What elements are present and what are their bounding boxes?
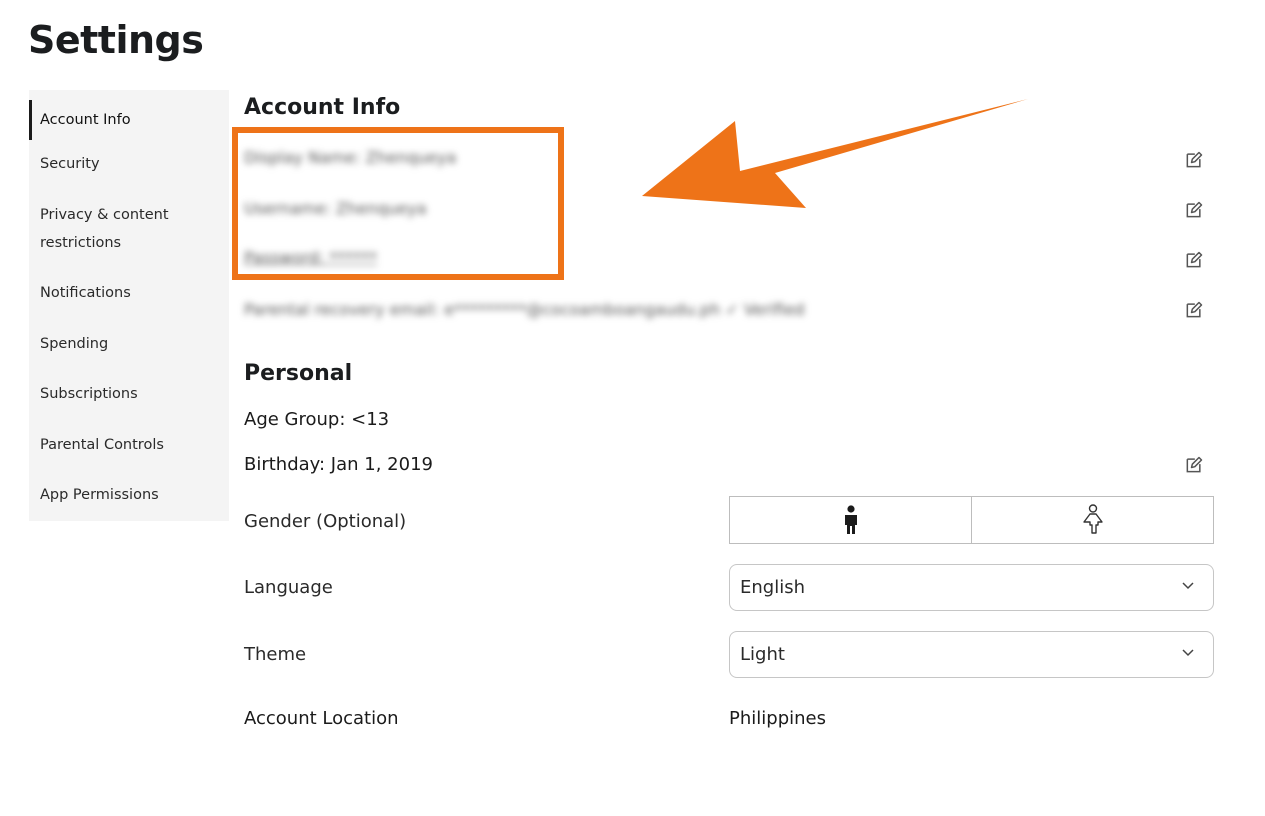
password-value: Password: ******: [244, 248, 378, 267]
female-person-icon: [1082, 504, 1103, 534]
edit-pencil-icon: [1186, 456, 1203, 473]
sidebar-item-app-permissions[interactable]: App Permissions: [29, 481, 229, 509]
account-location-value: Philippines: [729, 708, 826, 729]
language-label: Language: [244, 577, 333, 598]
sidebar-item-label: Spending: [40, 336, 109, 352]
sidebar-item-label: App Permissions: [40, 487, 159, 503]
sidebar-item-label: Security: [40, 156, 100, 172]
settings-sidebar: Account Info Security Privacy & content …: [29, 90, 229, 521]
theme-select[interactable]: Light: [729, 631, 1214, 678]
gender-female-button[interactable]: [971, 497, 1213, 543]
sidebar-item-label: Account Info: [40, 112, 131, 128]
edit-pencil-icon: [1186, 301, 1203, 318]
sidebar-item-label: Notifications: [40, 285, 131, 301]
recovery-email-value: Parental recovery email: e*********@coco…: [244, 300, 805, 319]
language-select[interactable]: English: [729, 564, 1214, 611]
language-select-value: English: [740, 577, 805, 598]
sidebar-item-privacy[interactable]: Privacy & content restrictions: [29, 201, 199, 257]
chevron-down-icon: [1182, 649, 1194, 657]
sidebar-item-parental-controls[interactable]: Parental Controls: [29, 431, 229, 459]
sidebar-item-notifications[interactable]: Notifications: [29, 279, 229, 307]
age-group-text: Age Group: <13: [244, 409, 390, 430]
edit-pencil-icon: [1186, 251, 1203, 268]
edit-pencil-icon: [1186, 151, 1203, 168]
sidebar-item-security[interactable]: Security: [29, 150, 229, 178]
edit-display-name-button[interactable]: [1184, 150, 1204, 170]
username-value: Username: Zhenqueya: [244, 199, 427, 218]
edit-recovery-email-button[interactable]: [1184, 300, 1204, 320]
theme-select-value: Light: [740, 644, 785, 665]
page-title: Settings: [28, 18, 204, 62]
display-name-value: Display Name: Zhenqueya: [244, 148, 457, 167]
account-location-label: Account Location: [244, 708, 399, 729]
gender-label: Gender (Optional): [244, 511, 407, 532]
birthday-text: Birthday: Jan 1, 2019: [244, 454, 433, 475]
sidebar-item-label: Subscriptions: [40, 386, 138, 402]
male-person-icon: [844, 505, 857, 534]
edit-password-button[interactable]: [1184, 250, 1204, 270]
sidebar-item-label: Parental Controls: [40, 437, 164, 453]
sidebar-item-subscriptions[interactable]: Subscriptions: [29, 380, 229, 408]
edit-birthday-button[interactable]: [1184, 455, 1204, 475]
edit-username-button[interactable]: [1184, 200, 1204, 220]
edit-pencil-icon: [1186, 201, 1203, 218]
gender-male-button[interactable]: [730, 497, 971, 543]
chevron-down-icon: [1182, 582, 1194, 590]
gender-selector: [729, 496, 1214, 544]
sidebar-item-label: Privacy & content restrictions: [40, 207, 169, 251]
sidebar-item-spending[interactable]: Spending: [29, 330, 229, 358]
personal-title: Personal: [244, 361, 353, 386]
account-info-title: Account Info: [244, 95, 401, 120]
theme-label: Theme: [244, 644, 307, 665]
sidebar-item-account-info[interactable]: Account Info: [29, 100, 229, 140]
